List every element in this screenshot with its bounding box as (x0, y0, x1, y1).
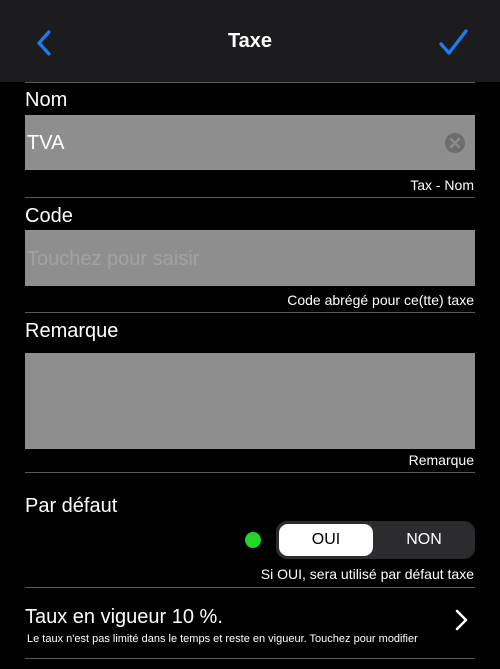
divider (25, 472, 475, 473)
code-placeholder[interactable]: Touchez pour saisir (27, 248, 199, 271)
code-hint: Code abrégé pour ce(tte) taxe (287, 292, 474, 308)
status-dot (245, 532, 261, 548)
rate-row[interactable]: Taux en vigueur 10 %. Le taux n'est pas … (0, 588, 500, 658)
segment-oui[interactable]: OUI (279, 524, 373, 556)
divider (25, 82, 475, 83)
checkmark-icon[interactable] (436, 26, 470, 60)
clear-icon[interactable] (445, 133, 465, 153)
nom-field[interactable]: TVA (25, 115, 475, 170)
default-label: Par défaut (25, 495, 118, 517)
divider (25, 197, 475, 198)
rate-subtitle: Le taux n'est pas limité dans le temps e… (27, 633, 418, 645)
default-segmented-control[interactable]: OUI NON (276, 521, 475, 559)
nom-label: Nom (25, 89, 68, 111)
divider (25, 658, 475, 659)
remarque-hint: Remarque (408, 452, 474, 468)
chevron-right-icon[interactable] (453, 608, 469, 632)
divider (25, 312, 475, 313)
code-label: Code (25, 205, 73, 227)
nom-value[interactable]: TVA (27, 132, 64, 155)
remarque-label: Remarque (25, 320, 119, 342)
code-field[interactable]: Touchez pour saisir (25, 230, 475, 286)
nom-hint: Tax - Nom (410, 177, 474, 193)
remarque-field[interactable] (25, 353, 475, 449)
navigation-bar: Taxe (0, 0, 500, 82)
default-hint: Si OUI, sera utilisé par défaut taxe (260, 566, 474, 582)
page-title: Taxe (227, 30, 273, 52)
segment-non[interactable]: NON (376, 524, 472, 556)
rate-title: Taux en vigueur 10 %. (25, 606, 223, 628)
